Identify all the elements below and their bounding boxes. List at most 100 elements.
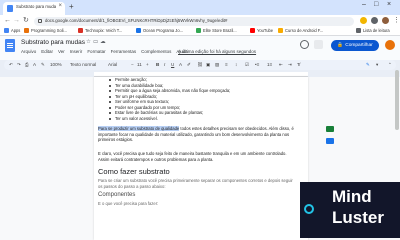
- browser-tab-strip: Substrato para mudas - Docum × + – □ ×: [0, 0, 400, 15]
- scrollbar[interactable]: [395, 70, 399, 130]
- zoom-select[interactable]: 100%: [50, 62, 62, 67]
- reading-list-icon: [356, 28, 361, 33]
- suggest-edit-icon[interactable]: [326, 138, 334, 144]
- bullet-list: Permite aeração; Ter uma durabilidade bo…: [108, 77, 230, 121]
- last-edit-notice[interactable]: A última edição foi há alguns segundos: [178, 49, 256, 54]
- browser-toolbar: ← → ↻ docs.google.com/document/d/1_fiOBG…: [0, 15, 400, 27]
- highlight-icon[interactable]: ✐: [187, 62, 191, 68]
- bookmark-star-icon[interactable]: [360, 17, 367, 24]
- mindluster-watermark: Mind Luster: [300, 182, 400, 238]
- text-color-icon[interactable]: A: [179, 62, 182, 67]
- image-icon[interactable]: ▨: [215, 62, 219, 68]
- url-text: docs.google.com/document/d/1_fiOBGEVi_SF…: [45, 18, 228, 23]
- font-size-minus[interactable]: −: [131, 62, 134, 67]
- bookmark-item[interactable]: Apps: [4, 28, 20, 33]
- menu-formatar[interactable]: Formatar: [87, 49, 105, 54]
- avatar[interactable]: [385, 40, 395, 50]
- bookmark-item[interactable]: Curso de Android F...: [278, 28, 323, 33]
- formatting-toolbar: ↶ ↷ ⎙ A ✎ 100% Texto normal Arial − 11 +…: [4, 60, 396, 70]
- bookmark-item[interactable]: Elite Store Brazil...: [196, 28, 237, 33]
- reading-list[interactable]: Lista de leitura: [356, 28, 390, 33]
- address-bar[interactable]: docs.google.com/document/d/1_fiOBGEVi_SF…: [34, 17, 354, 26]
- close-window-icon[interactable]: ×: [387, 1, 391, 8]
- bookmark-item[interactable]: Ocean Programa Jo...: [136, 28, 183, 33]
- watermark-line1: Mind: [332, 187, 372, 206]
- close-icon[interactable]: ×: [58, 3, 62, 9]
- add-comment-icon[interactable]: ▣: [206, 62, 210, 68]
- spellcheck-icon[interactable]: A: [33, 62, 36, 67]
- forward-icon[interactable]: →: [13, 17, 20, 25]
- undo-icon[interactable]: ↶: [9, 62, 13, 68]
- menu-editar[interactable]: Editar: [41, 49, 53, 54]
- line-spacing-icon[interactable]: ↕: [235, 62, 237, 67]
- paragraph: Para se criar um substrato você precisa …: [98, 178, 293, 189]
- menu-complementos[interactable]: Complementos: [141, 49, 171, 54]
- font-select[interactable]: Arial: [108, 62, 117, 67]
- bookmark-item[interactable]: Technopix: Veich T...: [78, 28, 122, 33]
- paint-format-icon[interactable]: ✎: [41, 62, 45, 68]
- indent-increase-icon[interactable]: ⇥: [288, 62, 292, 68]
- checklist-icon[interactable]: ☑: [245, 62, 249, 68]
- underline-icon[interactable]: U: [171, 62, 174, 67]
- document-page[interactable]: Permite aeração; Ter uma durabilidade bo…: [94, 77, 308, 240]
- add-comment-icon[interactable]: [326, 126, 334, 132]
- menu-dots-icon[interactable]: ⋮: [393, 17, 400, 25]
- style-select[interactable]: Texto normal: [70, 62, 96, 67]
- lock-icon: 🔒: [337, 43, 344, 48]
- menu-ver[interactable]: Ver: [58, 49, 65, 54]
- cloud-status-icon: ☁: [100, 39, 108, 45]
- bullet-list-icon[interactable]: •≡: [255, 62, 259, 67]
- font-size-plus[interactable]: +: [146, 62, 149, 67]
- chevron-up-icon[interactable]: ⌃: [388, 62, 392, 68]
- extensions-icon[interactable]: [371, 17, 378, 24]
- bookmarks-bar: Apps Programming Soli... Technopix: Veic…: [0, 27, 400, 36]
- document-title[interactable]: Substrato para mudas: [21, 39, 85, 46]
- paragraph: Para se produzir um substrato de qualida…: [98, 126, 294, 143]
- editing-mode-icon[interactable]: ✎: [366, 62, 370, 68]
- minimize-icon[interactable]: –: [362, 1, 366, 8]
- new-tab-button[interactable]: +: [69, 2, 74, 12]
- indent-decrease-icon[interactable]: ⇤: [279, 62, 283, 68]
- align-icon[interactable]: ≡: [225, 62, 228, 67]
- italic-icon[interactable]: I: [164, 62, 165, 67]
- tab-title: Substrato para mudas - Docum: [16, 4, 56, 9]
- apps-grid-icon: [4, 28, 9, 33]
- paragraph: E claro, você precisa que tudo seja feit…: [98, 151, 287, 162]
- maximize-icon[interactable]: □: [374, 1, 378, 8]
- reload-icon[interactable]: ↻: [23, 17, 29, 25]
- numbered-list-icon[interactable]: 1≡: [267, 62, 272, 67]
- site-favicon-icon: [24, 28, 29, 33]
- link-icon[interactable]: ⛓: [197, 62, 203, 68]
- lock-icon: [38, 19, 42, 23]
- profile-avatar[interactable]: [382, 17, 389, 24]
- heading: Como fazer substrato: [98, 167, 170, 176]
- selected-text[interactable]: Para se produzir um substrato de qualida…: [98, 126, 180, 131]
- share-button[interactable]: 🔒 Compartilhar: [331, 40, 379, 51]
- browser-tab[interactable]: Substrato para mudas - Docum ×: [3, 2, 65, 15]
- history-icon[interactable]: [300, 40, 309, 49]
- bookmark-item[interactable]: Programming Soli...: [24, 28, 67, 33]
- back-icon[interactable]: ←: [4, 17, 11, 25]
- side-actions: [326, 126, 334, 144]
- menu-inserir[interactable]: Inserir: [70, 49, 83, 54]
- redo-icon[interactable]: ↷: [17, 62, 21, 68]
- docs-favicon-icon: [7, 5, 13, 12]
- clear-format-icon[interactable]: T̸: [297, 62, 300, 67]
- menu-ferramentas[interactable]: Ferramentas: [111, 49, 137, 54]
- site-favicon-icon: [196, 28, 201, 33]
- bookmark-item[interactable]: YouTube: [250, 28, 273, 33]
- youtube-icon: [250, 28, 255, 33]
- menu-arquivo[interactable]: Arquivo: [21, 49, 36, 54]
- star-icon[interactable]: ☆: [86, 39, 93, 45]
- site-favicon-icon: [136, 28, 141, 33]
- bold-icon[interactable]: B: [156, 62, 159, 67]
- subheading: Componentes: [98, 192, 136, 198]
- chevron-down-icon[interactable]: ▾: [376, 62, 378, 68]
- paragraph: E o que você precisa para fazer:: [98, 201, 159, 206]
- docs-logo-icon[interactable]: [5, 39, 15, 52]
- mindluster-logo-icon: [304, 204, 314, 214]
- font-size-input[interactable]: 11: [137, 62, 142, 67]
- site-favicon-icon: [278, 28, 283, 33]
- print-icon[interactable]: ⎙: [25, 62, 29, 67]
- comment-history-icon[interactable]: [314, 40, 323, 49]
